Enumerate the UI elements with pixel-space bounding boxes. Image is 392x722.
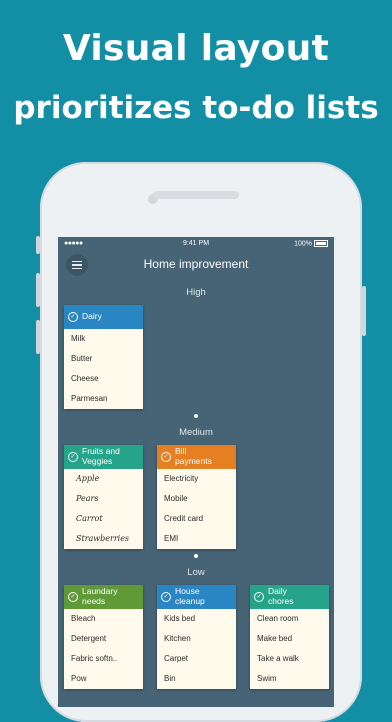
- status-time: 9:41 PM: [182, 240, 210, 247]
- phone-power-button: [362, 286, 366, 336]
- drag-handle-dot[interactable]: [194, 554, 198, 558]
- section-label-medium: Medium: [179, 427, 213, 438]
- card-house-cleanup[interactable]: ✓ House cleanup Kids bed Kitchen Carpet B…: [157, 585, 236, 689]
- card-dairy[interactable]: ✓ Dairy Milk Butter Cheese Parmesan: [64, 305, 143, 409]
- drag-handle-dot[interactable]: [194, 414, 198, 418]
- list-item[interactable]: Pears: [64, 489, 143, 509]
- list-item[interactable]: Bleach: [64, 609, 143, 629]
- list-item[interactable]: Apple: [64, 469, 143, 489]
- check-circle-icon[interactable]: ✓: [68, 312, 78, 322]
- battery-percent: 100%: [294, 240, 312, 248]
- card-header[interactable]: ✓ Daily chores: [250, 585, 329, 609]
- speaker-grille: [153, 191, 239, 199]
- check-circle-icon[interactable]: ✓: [161, 592, 171, 602]
- list-item[interactable]: Milk: [64, 329, 143, 349]
- list-item[interactable]: Make bed: [250, 629, 329, 649]
- card-title: House cleanup: [175, 586, 205, 606]
- status-bar: ●●●●● 9:41 PM 100%: [58, 237, 334, 251]
- card-title: Daily chores: [268, 586, 294, 606]
- card-title: Laundary needs: [82, 586, 118, 606]
- card-daily-chores[interactable]: ✓ Daily chores Clean room Make bed Take a…: [250, 585, 329, 689]
- card-header[interactable]: ✓ Fruits and Veggies: [64, 445, 143, 469]
- list-item[interactable]: EMI: [157, 529, 236, 549]
- list-item[interactable]: Detergent: [64, 629, 143, 649]
- list-item[interactable]: Strawberries: [64, 529, 143, 549]
- app-screen: ●●●●● 9:41 PM 100% Home improvement High…: [58, 237, 334, 707]
- card-title: Bill payments: [175, 446, 212, 466]
- battery-icon: [314, 240, 328, 247]
- list-item[interactable]: Credit card: [157, 509, 236, 529]
- card-title: Dairy: [82, 311, 102, 321]
- list-item[interactable]: Kids bed: [157, 609, 236, 629]
- page-title: Home improvement: [143, 257, 249, 271]
- card-title: Fruits and Veggies: [82, 446, 120, 466]
- list-item[interactable]: Carpet: [157, 649, 236, 669]
- headline-title: Visual layout: [62, 28, 330, 69]
- list-item[interactable]: Butter: [64, 349, 143, 369]
- card-header[interactable]: ✓ Dairy: [64, 305, 143, 329]
- list-item[interactable]: Take a walk: [250, 649, 329, 669]
- card-fruits-and-veggies[interactable]: ✓ Fruits and Veggies Apple Pears Carrot S…: [64, 445, 143, 549]
- list-item[interactable]: Cheese: [64, 369, 143, 389]
- card-header[interactable]: ✓ House cleanup: [157, 585, 236, 609]
- section-label-low: Low: [187, 567, 205, 578]
- card-bill-payments[interactable]: ✓ Bill payments Electricity Mobile Credit…: [157, 445, 236, 549]
- list-item[interactable]: Electricity: [157, 469, 236, 489]
- list-item[interactable]: Mobile: [157, 489, 236, 509]
- list-item[interactable]: Kitchen: [157, 629, 236, 649]
- list-item[interactable]: Fabric softn..: [64, 649, 143, 669]
- check-circle-icon[interactable]: ✓: [254, 592, 264, 602]
- list-item[interactable]: Bin: [157, 669, 236, 689]
- list-item[interactable]: Parmesan: [64, 389, 143, 409]
- list-item[interactable]: Pow: [64, 669, 143, 689]
- section-label-high: High: [186, 287, 206, 298]
- list-item[interactable]: Carrot: [64, 509, 143, 529]
- card-laundary-needs[interactable]: ✓ Laundary needs Bleach Detergent Fabric …: [64, 585, 143, 689]
- card-header[interactable]: ✓ Laundary needs: [64, 585, 143, 609]
- check-circle-icon[interactable]: ✓: [68, 452, 78, 462]
- list-item[interactable]: Clean room: [250, 609, 329, 629]
- card-header[interactable]: ✓ Bill payments: [157, 445, 236, 469]
- headline-subtitle: prioritizes to-do lists: [13, 90, 379, 126]
- list-item[interactable]: Swim: [250, 669, 329, 689]
- check-circle-icon[interactable]: ✓: [68, 592, 78, 602]
- battery-indicator: 100%: [294, 240, 328, 247]
- check-circle-icon[interactable]: ✓: [161, 452, 171, 462]
